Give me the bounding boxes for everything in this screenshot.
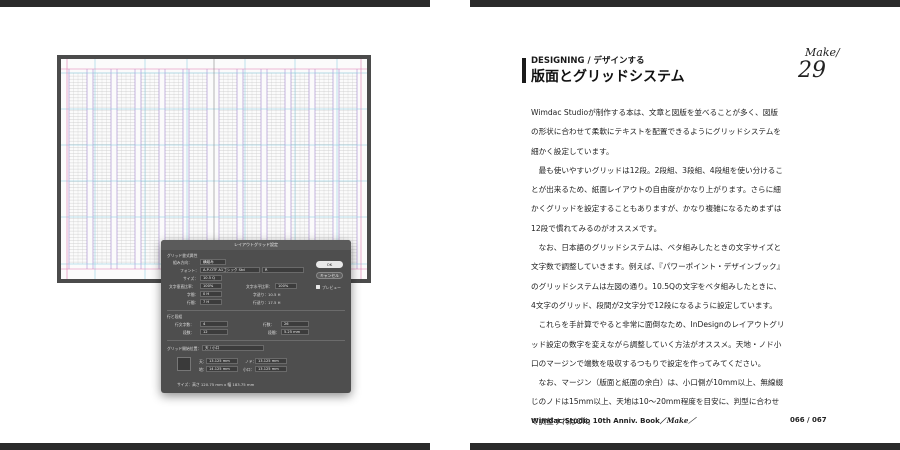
top-bar bbox=[470, 0, 900, 7]
body-line: かくグリッドを設定することもありますが、かなり複雑になるためまずは bbox=[531, 204, 782, 214]
linespan-label: 行送り： bbox=[253, 300, 269, 305]
body-line: じのノドは15mm以上、天地は10〜20mm程度を目安に、判型に合わせ bbox=[531, 397, 780, 407]
page-title: 版面とグリッドシステム bbox=[531, 69, 685, 85]
body-line: 12段で慣れてみるのがオススメです。 bbox=[531, 223, 662, 233]
make-number: 29 bbox=[798, 58, 826, 83]
divider bbox=[167, 340, 345, 341]
origin-select[interactable]: 天 / 小口 bbox=[202, 345, 264, 351]
origin-label: グリッド開始位置： bbox=[167, 346, 202, 351]
body-line: 細かく設定しています。 bbox=[531, 146, 614, 156]
dialog-title: レイアウトグリッド設定 bbox=[161, 240, 351, 250]
charspace-label: 字間： bbox=[187, 292, 199, 297]
hscale-input[interactable]: 100% bbox=[275, 283, 297, 289]
footer-book: Wimdac Studio 10th Anniv. Book／Make／ bbox=[531, 416, 695, 426]
direction-label: 組み方向： bbox=[173, 260, 192, 265]
body-line: 文字数で調整していきます。例えば、『パワーポイント・デザインブック』 bbox=[531, 262, 785, 272]
chars-input[interactable]: 4 bbox=[200, 321, 228, 327]
font-label: フォント： bbox=[180, 268, 199, 273]
body-line: ッド設定の数字を変えながら調整していく方法がオススメ。天地・ノド小 bbox=[531, 339, 782, 349]
body-line: の形状に合わせて柔軟にテキストを配置できるようにグリッドシステムを bbox=[531, 127, 781, 137]
gutter-label: 段間： bbox=[268, 330, 280, 335]
page-numbers: 066 / 067 bbox=[790, 416, 827, 424]
bottom-input[interactable]: 14.125 mm bbox=[206, 366, 238, 372]
body-line: 最も使いやすいグリッドは12段。2段組、3段組、4段組を使い分けるこ bbox=[531, 165, 783, 175]
size-input[interactable]: 10.5 Q bbox=[200, 275, 222, 281]
left-page: レイアウトグリッド設定 グリッド書式属性 組み方向： 横組み フォント： A-P… bbox=[0, 0, 450, 450]
charspan-value: 10.5 H bbox=[268, 292, 281, 297]
linespace-input[interactable]: 7 H bbox=[200, 299, 222, 305]
body-line: これらを手計算でやると非常に面倒なため、InDesignのレイアウトグリ bbox=[531, 320, 785, 330]
footer-book-make: Make／ bbox=[666, 416, 696, 425]
vscale-input[interactable]: 100% bbox=[200, 283, 222, 289]
body-line: 口のマージンで端数を吸収するつもりで設定を作ってみてください。 bbox=[531, 358, 766, 368]
gutter-input[interactable]: 5.25 mm bbox=[281, 329, 309, 335]
size-footer: サイズ：高さ 120.75 mm x 幅 183.75 mm bbox=[177, 382, 255, 387]
margin-link-icon[interactable] bbox=[177, 357, 191, 371]
page-gutter bbox=[436, 0, 464, 450]
body-line: なお、マージン（版面と紙面の余白）は、小口側が10mm以上、無線綴 bbox=[531, 378, 784, 388]
preview-checkbox[interactable] bbox=[316, 285, 320, 289]
section-grid-attr: グリッド書式属性 bbox=[167, 253, 198, 258]
font-style-select[interactable]: R bbox=[262, 267, 304, 273]
charspan-label: 字送り： bbox=[253, 292, 269, 297]
bottom-bar bbox=[470, 443, 900, 450]
section-accent-bar bbox=[522, 58, 526, 83]
cols-input[interactable]: 12 bbox=[200, 329, 228, 335]
nodo-input[interactable]: 13.125 mm bbox=[255, 358, 287, 364]
direction-select[interactable]: 横組み bbox=[200, 259, 226, 265]
section-lines: 行と段組 bbox=[167, 314, 183, 319]
cols-label: 段数： bbox=[183, 330, 195, 335]
charspace-input[interactable]: 0 H bbox=[200, 291, 222, 297]
cancel-button[interactable]: キャンセル bbox=[316, 272, 343, 279]
layout-grid-dialog: レイアウトグリッド設定 グリッド書式属性 組み方向： 横組み フォント： A-P… bbox=[161, 240, 351, 393]
linespace-label: 行間： bbox=[187, 300, 199, 305]
body-line: のグリッドシステムは左図の通り。10.5Qの文字をベタ組みしたときに、 bbox=[531, 281, 782, 291]
chars-label: 行文字数： bbox=[175, 322, 194, 327]
section-label: DESIGNING / デザインする bbox=[531, 56, 645, 66]
vscale-label: 文字垂直比率： bbox=[169, 284, 196, 289]
font-select[interactable]: A-P-OTF A1ゴシック Std bbox=[200, 267, 260, 273]
body-line: 4文字のグリッド、段間が2文字分で12段になるように設定しています。 bbox=[531, 300, 777, 310]
linespan-value: 17.5 H bbox=[268, 300, 281, 305]
lines-label: 行数： bbox=[263, 322, 275, 327]
koguchi-input[interactable]: 13.125 mm bbox=[255, 366, 287, 372]
top-bar bbox=[0, 0, 430, 7]
top-input[interactable]: 13.125 mm bbox=[206, 358, 238, 364]
koguchi-label: 小口： bbox=[243, 367, 255, 372]
footer-book-title: Wimdac Studio 10th Anniv. Book／ bbox=[531, 417, 667, 425]
body-line: とが出来るため、紙面レイアウトの自由度がかなり上がります。さらに細 bbox=[531, 185, 781, 195]
preview-label: プレビュー bbox=[322, 285, 341, 290]
ok-button[interactable]: OK bbox=[316, 261, 343, 268]
bottom-bar bbox=[0, 443, 430, 450]
divider bbox=[167, 310, 345, 311]
hscale-label: 文字水平比率： bbox=[246, 284, 273, 289]
body-line: なお、日本語のグリッドシステムは、ベタ組みしたときの文字サイズと bbox=[531, 243, 782, 253]
lines-input[interactable]: 26 bbox=[281, 321, 309, 327]
body-line: Wimdac Studioが制作する本は、文章と図版を並べることが多く、図版 bbox=[531, 108, 778, 117]
size-label: サイズ： bbox=[183, 276, 199, 281]
body-text: Wimdac Studioが制作する本は、文章と図版を並べることが多く、図版 の… bbox=[531, 103, 786, 431]
